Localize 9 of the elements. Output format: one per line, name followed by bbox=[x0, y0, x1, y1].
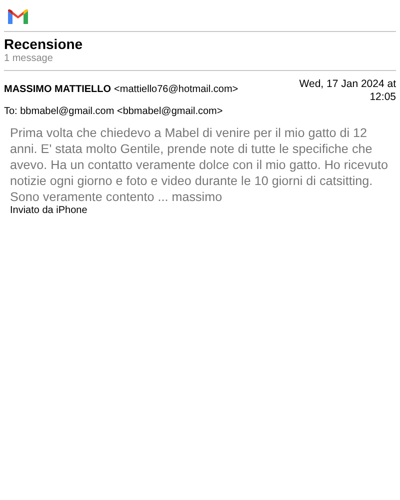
email-date: Wed, 17 Jan 2024 at 12:05 bbox=[298, 78, 396, 104]
message-count: 1 message bbox=[4, 52, 54, 65]
sender-name: MASSIMO MATTIELLO bbox=[4, 84, 112, 95]
email-signature: Inviato da iPhone bbox=[10, 205, 88, 217]
recipient: To: bbmabel@gmail.com <bbmabel@gmail.com> bbox=[4, 106, 224, 117]
mail-logo-icon bbox=[8, 9, 28, 24]
email-body: Prima volta che chiedevo a Mabel di venire per il mio gatto di 12 anni. E' stata molto Gentile, prende note di tutte le specifiche che avevo. Ha un contatto veramente dolce con il mio gatto. Ho ricevuto notizie ogni giorno e foto e video durante le 10 giorni di catsitting. Sono veramente contento ... massimo bbox=[10, 125, 390, 205]
email-subject: Recensione bbox=[4, 36, 84, 52]
sender-email: <mattiello76@hotmail.com> bbox=[114, 84, 238, 95]
